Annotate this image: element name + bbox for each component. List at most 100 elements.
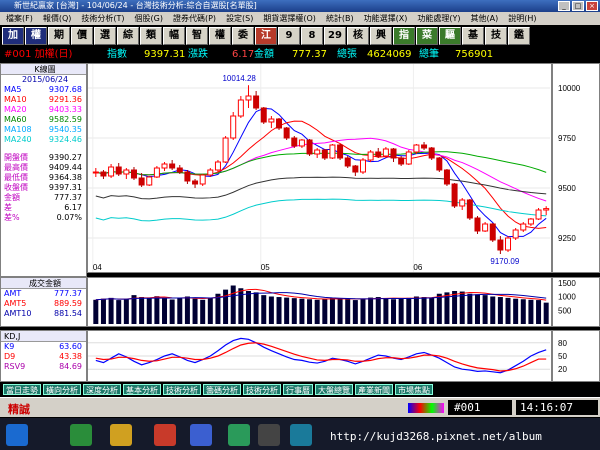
close-button[interactable]: ×: [586, 1, 598, 11]
bottom-tab[interactable]: 橫向分析: [43, 384, 81, 395]
candle-down: [115, 166, 122, 175]
app-icon[interactable]: [154, 424, 176, 446]
toolbar-button[interactable]: 指: [393, 27, 415, 45]
volume-bar: [520, 299, 526, 324]
quote-info-bar: #001 加權(日) 指數 9397.31 漲跌 6.17 金額 777.37 …: [0, 48, 600, 61]
menu-help[interactable]: 說明(H): [508, 12, 536, 25]
toolbar-button[interactable]: 興: [370, 27, 392, 45]
kd-chart[interactable]: 80 50 20: [87, 330, 600, 382]
candle: [451, 183, 458, 208]
candle-up: [123, 169, 130, 175]
candle-up: [512, 229, 519, 239]
toolbar-button[interactable]: 鑑: [508, 27, 530, 45]
candle: [466, 199, 473, 220]
toolbar-button[interactable]: 價: [71, 27, 93, 45]
bottom-tab[interactable]: 市場焦點: [395, 384, 433, 395]
bottom-tab[interactable]: 技術分析: [243, 384, 281, 395]
menu-technical[interactable]: 技術分析(T): [81, 12, 124, 25]
volume-bar: [238, 288, 244, 324]
lots-value: 756901: [455, 49, 494, 60]
menu-code[interactable]: 證券代碼(P): [173, 12, 216, 25]
candle: [443, 169, 450, 186]
bottom-tab[interactable]: 當日走勢: [3, 384, 41, 395]
volume-bar: [268, 296, 274, 324]
app-icon[interactable]: [258, 424, 280, 446]
indicator-row: D9 43.38: [1, 352, 86, 362]
toolbar-button[interactable]: 委: [232, 27, 254, 45]
menu-other[interactable]: 其他(A): [471, 12, 499, 25]
toolbar-button[interactable]: 權: [209, 27, 231, 45]
toolbar-button[interactable]: 加: [2, 27, 24, 45]
toolbar-button[interactable]: 權: [25, 27, 47, 45]
bottom-tab[interactable]: 技術分析: [163, 384, 201, 395]
menu-file[interactable]: 檔案(F): [6, 12, 33, 25]
candle: [375, 148, 382, 158]
window-titlebar: 新世紀贏家 [台灣] - 104/06/24 - 台灣技術分析:綜合自選股[名單…: [0, 0, 600, 12]
bottom-tab[interactable]: 行事曆: [283, 384, 313, 395]
candle-up: [161, 163, 168, 169]
toolbar-button[interactable]: 菜: [416, 27, 438, 45]
candle: [359, 158, 366, 174]
toolbar-button[interactable]: 技: [485, 27, 507, 45]
menu-function-select[interactable]: 功能選擇(X): [364, 12, 408, 25]
candle: [230, 112, 237, 140]
volume-chart[interactable]: 1500 1000 500: [87, 277, 600, 327]
app-icon[interactable]: [228, 424, 250, 446]
menu-quote[interactable]: 報價(Q): [43, 12, 72, 25]
toolbar-button[interactable]: 驅: [439, 27, 461, 45]
volume-bar: [291, 298, 297, 324]
bottom-tab[interactable]: 大盤總覽: [315, 384, 353, 395]
y-tick-label: 50: [558, 352, 567, 361]
toolbar-button[interactable]: 選: [94, 27, 116, 45]
menu-stock[interactable]: 個股(G): [135, 12, 163, 25]
candle-up: [520, 223, 527, 231]
candle: [130, 167, 137, 180]
candle: [398, 156, 405, 166]
toolbar-button[interactable]: 8: [301, 27, 323, 45]
candle: [329, 144, 336, 159]
moving-average-line: [95, 107, 547, 238]
toolbar-button[interactable]: 綜: [117, 27, 139, 45]
y-tick-label: 9500: [558, 184, 576, 193]
bottom-tab[interactable]: 深度分析: [83, 384, 121, 395]
candle: [413, 144, 420, 154]
candlestick-chart[interactable]: 10000 9750 9500 9250 04 05 06 10014.28 9170.09: [87, 63, 600, 273]
app-icon[interactable]: [190, 424, 212, 446]
toolbar-button[interactable]: 智: [186, 27, 208, 45]
toolbar-button[interactable]: 幅: [163, 27, 185, 45]
folder-icon[interactable]: [110, 424, 132, 446]
candle-up: [108, 166, 115, 177]
indicator-value: 63.60: [59, 342, 82, 351]
bottom-tab[interactable]: 基本分析: [123, 384, 161, 395]
menu-settings[interactable]: 設定(S): [226, 12, 253, 25]
toolbar-button[interactable]: 9: [278, 27, 300, 45]
volume-bar: [284, 297, 290, 324]
menu-function-process[interactable]: 功能處理(Y): [417, 12, 460, 25]
menu-stats[interactable]: 統計(B): [326, 12, 354, 25]
bottom-tab[interactable]: 產業新聞: [355, 384, 393, 395]
candle: [436, 157, 443, 172]
toolbar-button[interactable]: 29: [324, 27, 346, 45]
candle: [421, 142, 428, 150]
volume-bar: [100, 298, 106, 324]
volume-bar: [192, 298, 198, 324]
indicator-value: 9540.35: [48, 125, 82, 134]
maximize-button[interactable]: □: [572, 1, 584, 11]
candle-up: [199, 174, 206, 185]
volume-bar: [322, 298, 328, 324]
app-icon[interactable]: [290, 424, 312, 446]
candle-down: [321, 149, 328, 159]
app-icon[interactable]: [70, 424, 92, 446]
menu-futures[interactable]: 期貨選擇權(O): [263, 12, 316, 25]
toolbar-button[interactable]: 基: [462, 27, 484, 45]
toolbar: 加權期價選綜類幅智權委江 9 8 29 核興指菜驅基技鑑: [0, 26, 600, 46]
toolbar-button[interactable]: 期: [48, 27, 70, 45]
kline-header: K線圖: [1, 64, 86, 75]
bottom-tab[interactable]: 籌碼分析: [203, 384, 241, 395]
start-icon[interactable]: [6, 424, 28, 446]
toolbar-button[interactable]: 核: [347, 27, 369, 45]
minimize-button[interactable]: _: [558, 1, 570, 11]
toolbar-button[interactable]: 江: [255, 27, 277, 45]
toolbar-button[interactable]: 類: [140, 27, 162, 45]
indicator-row: MA108 9540.35: [1, 125, 86, 135]
